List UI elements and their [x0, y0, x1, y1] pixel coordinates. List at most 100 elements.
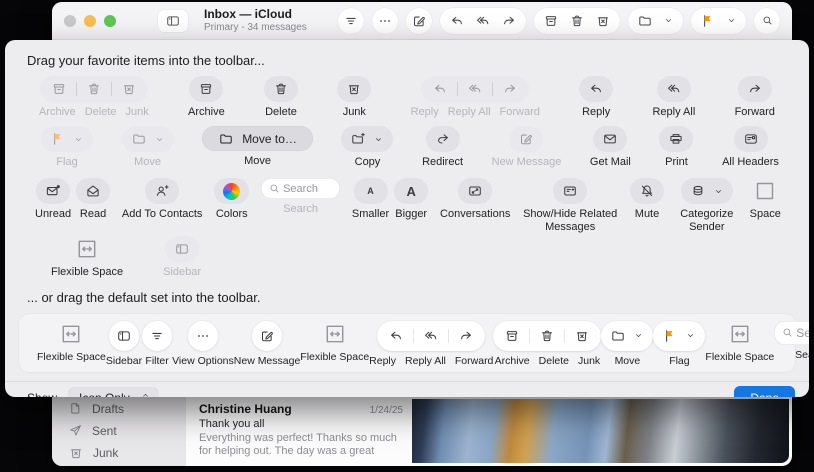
message-row[interactable]: ★Jasmine Garcia1/22/25: [199, 464, 403, 466]
filter-button[interactable]: [338, 8, 364, 34]
reply-all-arrow-icon: [423, 328, 439, 344]
archive-box-icon: [51, 81, 67, 97]
close-button[interactable]: [64, 15, 76, 27]
item-label: Add To Contacts: [122, 208, 203, 220]
message-row[interactable]: Christine Huang1/24/25Thank you allEvery…: [199, 402, 403, 458]
default-item-flexible-space[interactable]: Flexible Space: [300, 321, 369, 363]
done-button[interactable]: Done: [734, 386, 795, 397]
item-label: Show/Hide Related Messages: [522, 208, 618, 234]
palette-item-forward[interactable]: Forward: [735, 76, 775, 118]
palette-item-print[interactable]: Print: [659, 126, 693, 168]
move-to-button[interactable]: Move to…: [202, 126, 313, 151]
item-label: Reply: [411, 106, 439, 118]
search-input[interactable]: [283, 183, 333, 195]
palette-item-reply[interactable]: Reply: [579, 76, 613, 118]
item-label: Reply All: [405, 355, 446, 367]
palette-item-copy[interactable]: Copy: [341, 126, 393, 168]
minimize-button[interactable]: [84, 15, 96, 27]
search-button[interactable]: [754, 8, 780, 34]
palette-item-new-message: New Message: [492, 126, 562, 168]
chevron-down-icon: [726, 15, 737, 26]
flag-icon: [662, 328, 678, 344]
item-pill: [165, 236, 199, 262]
default-item-flexible-space[interactable]: Flexible Space: [705, 321, 774, 363]
item-label: Get Mail: [590, 156, 631, 168]
group-labels: ArchiveDeleteJunk: [495, 355, 601, 367]
item-label: Flexible Space: [37, 351, 106, 363]
default-item-group-reply-reply-all-forward[interactable]: ReplyReply AllForward: [369, 321, 493, 367]
default-item-group-archive-delete-junk[interactable]: ArchiveDeleteJunk: [493, 321, 601, 367]
palette-item-show-hide-related-messages[interactable]: Show/Hide Related Messages: [522, 178, 618, 234]
sidebar-item-drafts[interactable]: Drafts: [68, 401, 124, 416]
palette-item-flexible-space[interactable]: Flexible Space: [51, 236, 123, 278]
palette-item-search[interactable]: Search: [261, 178, 340, 215]
item-icon-frame: [754, 178, 776, 204]
color-wheel-icon: [223, 183, 240, 200]
palette-item-colors[interactable]: Colors: [214, 178, 249, 220]
palette-item-mute[interactable]: Mute: [630, 178, 664, 220]
search-field[interactable]: [261, 178, 340, 199]
palette-item-redirect[interactable]: Redirect: [422, 126, 463, 168]
window-title: Inbox — iCloud: [204, 8, 307, 21]
item-label: Flag: [669, 355, 689, 367]
palette-item-bigger[interactable]: ABigger: [394, 178, 428, 220]
item-pill: [337, 76, 371, 102]
palette-item-delete[interactable]: Delete: [264, 76, 298, 118]
sidebar-item-junk[interactable]: Junk: [68, 445, 124, 461]
palette-item-all-headers[interactable]: All Headers: [722, 126, 779, 168]
palette-item-smaller[interactable]: ASmaller: [352, 178, 389, 220]
item-label: Reply: [582, 106, 610, 118]
palette-item-sidebar: Sidebar: [163, 236, 201, 278]
palette-item-categorize-sender[interactable]: Categorize Sender: [676, 178, 738, 234]
palette-item-unread[interactable]: Unread: [35, 178, 71, 220]
item-label: Read: [80, 208, 106, 220]
search-field[interactable]: [774, 321, 809, 345]
palette-item-space[interactable]: Space: [750, 178, 781, 220]
palette-item-conversations[interactable]: Conversations: [440, 178, 510, 220]
default-item-sidebar[interactable]: Sidebar: [106, 321, 142, 367]
search-input[interactable]: [796, 326, 809, 340]
item-label: Space: [750, 208, 781, 220]
item-circle: [109, 321, 139, 351]
item-pill: [145, 178, 179, 204]
show-mode-popup[interactable]: Icon Only: [69, 388, 158, 397]
item-label: Flexible Space: [300, 351, 369, 363]
palette-item-add-to-contacts[interactable]: Add To Contacts: [122, 178, 203, 220]
palette-item-read[interactable]: Read: [76, 178, 110, 220]
sidebar-toggle-button[interactable]: [158, 10, 188, 32]
palette-item-move-to[interactable]: Move to…Move: [202, 126, 313, 167]
default-item-flexible-space[interactable]: Flexible Space: [37, 321, 106, 363]
window-titlebar: Inbox — iCloud Primary - 34 messages: [52, 2, 792, 40]
title-block: Inbox — iCloud Primary - 34 messages: [204, 8, 307, 33]
default-item-move[interactable]: Move: [601, 321, 653, 367]
default-item-filter[interactable]: Filter: [142, 321, 172, 367]
palette-item-junk[interactable]: Junk: [337, 76, 371, 118]
default-item-view-options[interactable]: View Options: [172, 321, 234, 367]
mailbox-group[interactable]: [534, 8, 620, 34]
item-pill: [189, 76, 223, 102]
item-pill: [122, 126, 174, 152]
divider: [76, 82, 77, 96]
zoom-button[interactable]: [104, 15, 116, 27]
compose-button[interactable]: [406, 8, 432, 34]
palette-item-get-mail[interactable]: Get Mail: [590, 126, 631, 168]
default-item-search[interactable]: Search: [774, 321, 809, 361]
palette-row-4: Flexible Space Sidebar: [5, 236, 809, 278]
flag-button[interactable]: [691, 8, 746, 34]
sidebar-item-sent[interactable]: Sent: [68, 423, 124, 438]
move-button[interactable]: [628, 8, 683, 34]
palette-item-archive[interactable]: Archive: [188, 76, 225, 118]
palette-item-reply-all[interactable]: Reply All: [652, 76, 695, 118]
default-item-new-message[interactable]: New Message: [234, 321, 301, 367]
show-mode-value: Icon Only: [79, 391, 130, 397]
chevron-down-icon: [73, 134, 84, 145]
reply-group[interactable]: [440, 8, 526, 34]
reply-arrow-icon: [588, 81, 604, 97]
item-pill: [553, 178, 587, 204]
item-label: Archive: [39, 106, 76, 118]
default-item-flag[interactable]: Flag: [653, 321, 705, 367]
item-label: Reply: [369, 355, 396, 367]
item-label: Junk: [125, 106, 148, 118]
divider: [448, 329, 449, 343]
more-button[interactable]: [372, 8, 398, 34]
